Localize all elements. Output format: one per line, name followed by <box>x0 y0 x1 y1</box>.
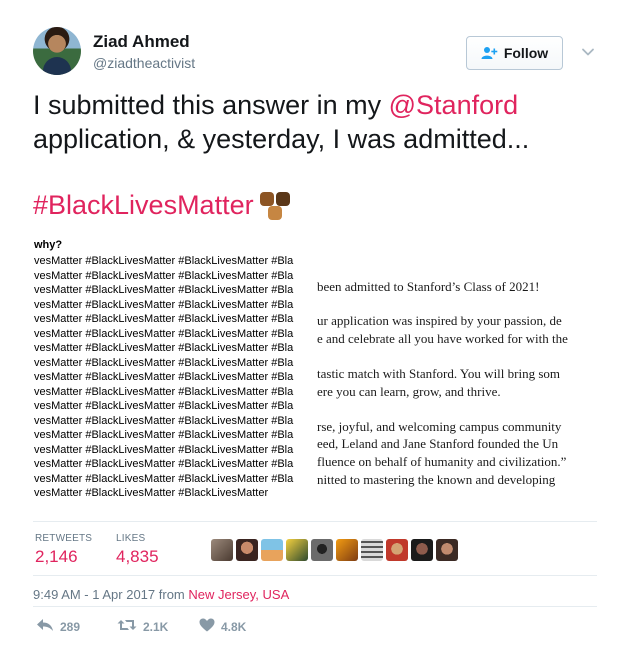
retweet-button[interactable]: 2.1K <box>117 618 168 635</box>
tweet-text: I submitted this answer in my @Stanford … <box>33 88 603 156</box>
follow-button[interactable]: Follow <box>466 36 563 70</box>
letter-line: fluence on behalf of humanity and civili… <box>317 454 567 469</box>
tweet-card: Ziad Ahmed @ziadtheactivist Follow I sub… <box>0 0 633 654</box>
follow-button-label: Follow <box>503 45 549 61</box>
liker-avatar[interactable] <box>411 539 433 561</box>
tweet-text-before: I submitted this answer in my <box>33 90 389 120</box>
display-name[interactable]: Ziad Ahmed <box>93 32 190 52</box>
letter-line: nitted to mastering the known and develo… <box>317 472 556 487</box>
raised-fist-emoji <box>258 188 296 222</box>
essay-row: vesMatter #BlackLivesMatter #BlackLivesM… <box>34 443 294 456</box>
essay-row: vesMatter #BlackLivesMatter #BlackLivesM… <box>34 429 294 441</box>
heart-icon <box>199 618 215 635</box>
avatar-shirt <box>43 57 71 75</box>
liker-avatar[interactable] <box>286 539 308 561</box>
letter-line: ere you can learn, grow, and thrive. <box>317 384 501 399</box>
divider <box>33 575 597 576</box>
avatar[interactable] <box>33 27 81 75</box>
liker-avatars <box>211 539 458 561</box>
liker-avatar[interactable] <box>361 539 383 561</box>
letter-line: e and celebrate all you have worked for … <box>317 331 568 346</box>
likes-label: LIKES <box>116 533 146 544</box>
essay-row: vesMatter #BlackLivesMatter #BlackLivesM… <box>34 400 294 412</box>
add-user-icon <box>481 46 498 60</box>
retweet-icon <box>117 618 137 635</box>
essay-row: vesMatter #BlackLivesMatter #BlackLivesM… <box>34 255 294 267</box>
letter-line: been admitted to Stanford’s Class of 202… <box>317 279 540 294</box>
liker-avatar[interactable] <box>436 539 458 561</box>
essay-row: vesMatter #BlackLivesMatter #BlackLivesM… <box>34 385 294 398</box>
liker-avatar[interactable] <box>261 539 283 561</box>
chevron-down-icon[interactable] <box>580 44 596 60</box>
admission-letter: been admitted to Stanford’s Class of 202… <box>317 279 597 489</box>
essay-row: vesMatter #BlackLivesMatter #BlackLivesM… <box>34 414 294 427</box>
like-button[interactable]: 4.8K <box>199 618 246 635</box>
essay-row: vesMatter #BlackLivesMatter #BlackLivesM… <box>34 342 294 354</box>
retweets-count[interactable]: 2,146 <box>35 547 78 567</box>
letter-line: ur application was inspired by your pass… <box>317 313 562 328</box>
likes-count[interactable]: 4,835 <box>116 547 159 567</box>
letter-line: eed, Leland and Jane Stanford founded th… <box>317 436 559 451</box>
essay-row: vesMatter #BlackLivesMatter #BlackLivesM… <box>34 487 269 499</box>
reply-count: 289 <box>60 619 81 634</box>
location-link[interactable]: New Jersey, USA <box>188 587 289 602</box>
essay-answer: vesMatter #BlackLivesMatter #BlackLivesM… <box>34 254 317 501</box>
reply-icon <box>36 618 54 635</box>
reply-button[interactable]: 289 <box>36 618 80 635</box>
liker-avatar[interactable] <box>236 539 258 561</box>
essay-question: why? <box>34 239 63 251</box>
liker-avatar[interactable] <box>311 539 333 561</box>
essay-row: vesMatter #BlackLivesMatter #BlackLivesM… <box>34 472 294 485</box>
essay-row: vesMatter #BlackLivesMatter #BlackLivesM… <box>34 327 294 340</box>
essay-row: vesMatter #BlackLivesMatter #BlackLivesM… <box>34 269 294 282</box>
retweet-count: 2.1K <box>143 619 169 634</box>
essay-row: vesMatter #BlackLivesMatter #BlackLivesM… <box>34 298 294 311</box>
screen-name[interactable]: @ziadtheactivist <box>93 55 195 71</box>
essay-row: vesMatter #BlackLivesMatter #BlackLivesM… <box>34 356 294 369</box>
hashtag-line: #BlackLivesMatter <box>33 188 296 222</box>
mention-link[interactable]: @Stanford <box>389 90 518 120</box>
like-count: 4.8K <box>221 619 247 634</box>
hashtag-link[interactable]: #BlackLivesMatter <box>33 188 254 222</box>
letter-line: rse, joyful, and welcoming campus commun… <box>317 419 562 434</box>
timestamp-text: 9:49 AM - 1 Apr 2017 from <box>33 587 189 602</box>
letter-line: tastic match with Stanford. You will bri… <box>317 366 561 381</box>
retweets-label: RETWEETS <box>35 533 93 544</box>
essay-row: vesMatter #BlackLivesMatter #BlackLivesM… <box>34 313 294 325</box>
tweet-text-after: application, & yesterday, I was admitted… <box>33 124 530 154</box>
essay-row: vesMatter #BlackLivesMatter #BlackLivesM… <box>34 284 294 296</box>
liker-avatar[interactable] <box>386 539 408 561</box>
liker-avatar[interactable] <box>336 539 358 561</box>
liker-avatar[interactable] <box>211 539 233 561</box>
attached-photo[interactable]: why? vesMatter #BlackLivesMatter #BlackL… <box>33 237 597 505</box>
essay-row: vesMatter #BlackLivesMatter #BlackLivesM… <box>34 458 294 470</box>
divider <box>33 521 597 522</box>
divider <box>33 606 597 607</box>
timestamp[interactable]: 9:49 AM - 1 Apr 2017 from New Jersey, US… <box>33 587 289 602</box>
essay-row: vesMatter #BlackLivesMatter #BlackLivesM… <box>34 371 294 383</box>
